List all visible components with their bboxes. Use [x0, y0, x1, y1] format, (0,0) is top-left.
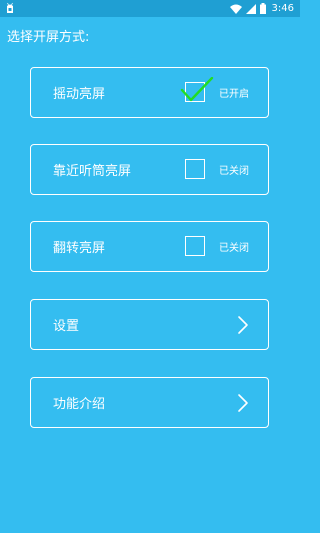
wifi-icon: [229, 4, 242, 14]
option-label: 翻转亮屏: [53, 241, 106, 256]
option-status: 已关闭: [219, 166, 249, 177]
checkmark-icon: [180, 77, 214, 102]
status-bar: 3:46: [0, 0, 300, 17]
status-time: 3:46: [271, 3, 294, 14]
cell-signal-icon: [245, 3, 256, 14]
feature-intro-label: 功能介绍: [53, 397, 106, 412]
status-icons: 3:46: [229, 1, 294, 16]
feature-intro-button[interactable]: 功能介绍: [30, 377, 269, 428]
option-shake-to-wake[interactable]: 摇动亮屏 已开启: [30, 67, 269, 118]
prompt-title: 选择开屏方式:: [7, 30, 90, 45]
option-status: 已开启: [219, 89, 249, 100]
option-proximity-wake[interactable]: 靠近听筒亮屏 已关闭: [30, 144, 269, 195]
option-status: 已关闭: [219, 243, 249, 254]
battery-icon: [259, 3, 266, 14]
settings-label: 设置: [53, 319, 80, 334]
option-flip-to-wake[interactable]: 翻转亮屏 已关闭: [30, 221, 269, 272]
settings-button[interactable]: 设置: [30, 299, 269, 350]
option-label: 靠近听筒亮屏: [53, 164, 132, 179]
chevron-right-icon: [238, 316, 248, 334]
chevron-right-icon: [238, 394, 248, 412]
option-label: 摇动亮屏: [53, 87, 106, 102]
checkbox[interactable]: [185, 159, 205, 179]
checkbox[interactable]: [185, 236, 205, 256]
android-notification-icon: [7, 2, 13, 13]
